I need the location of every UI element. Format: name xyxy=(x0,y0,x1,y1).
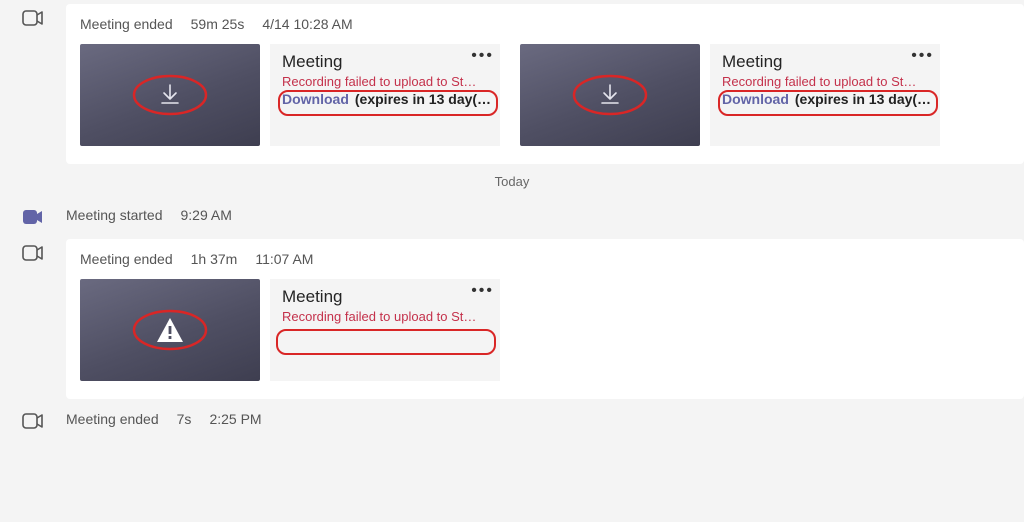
time-label: 4/14 10:28 AM xyxy=(262,16,352,32)
event-row-3: Meeting ended 1h 37m 11:07 AM ••• xyxy=(0,235,1024,403)
camera-filled-icon xyxy=(22,209,44,225)
recording-card[interactable]: ••• Meeting Recording failed to upload t… xyxy=(520,44,940,146)
recording-download-line: Download (expires in 13 day(… xyxy=(282,91,490,107)
event-card-1: Meeting ended 59m 25s 4/14 10:28 AM ••• … xyxy=(66,4,1024,164)
status-label: Meeting ended xyxy=(80,16,173,32)
recording-info: ••• Meeting Recording failed to upload t… xyxy=(710,44,940,146)
status-label: Meeting ended xyxy=(66,411,159,427)
expires-text: (expires in 13 day(… xyxy=(795,91,931,107)
recording-fail-text: Recording failed to upload to St… xyxy=(282,309,490,324)
event-icon-gutter xyxy=(0,4,66,26)
recording-title: Meeting xyxy=(282,52,490,72)
recording-title: Meeting xyxy=(722,52,930,72)
event-status-line: Meeting ended 1h 37m 11:07 AM xyxy=(80,247,1010,275)
expires-text: (expires in 13 day(… xyxy=(355,91,491,107)
more-icon[interactable]: ••• xyxy=(471,48,494,64)
download-icon xyxy=(156,81,184,109)
duration-label: 1h 37m xyxy=(191,251,238,267)
recording-download-line: Download (expires in 13 day(… xyxy=(722,91,930,107)
recording-cards: ••• Meeting Recording failed to upload t… xyxy=(80,279,1010,381)
event-icon-gutter xyxy=(0,407,66,429)
more-icon[interactable]: ••• xyxy=(911,48,934,64)
event-status-line: Meeting ended 7s 2:25 PM xyxy=(66,407,1024,435)
download-icon xyxy=(596,81,624,109)
event-row-2: Meeting started 9:29 AM xyxy=(0,199,1024,235)
duration-label: 7s xyxy=(177,411,192,427)
duration-label: 59m 25s xyxy=(191,16,245,32)
recording-info: ••• Meeting Recording failed to upload t… xyxy=(270,44,500,146)
recording-card[interactable]: ••• Meeting Recording failed to upload t… xyxy=(80,44,500,146)
status-label: Meeting started xyxy=(66,207,163,223)
time-label: 11:07 AM xyxy=(255,251,313,267)
time-label: 2:25 PM xyxy=(209,411,261,427)
warning-icon xyxy=(155,316,185,344)
camera-outline-icon xyxy=(22,245,44,261)
recording-fail-text: Recording failed to upload to St… xyxy=(282,74,490,89)
camera-outline-icon xyxy=(22,413,44,429)
event-card-3: Meeting ended 1h 37m 11:07 AM ••• xyxy=(66,239,1024,399)
status-label: Meeting ended xyxy=(80,251,173,267)
event-icon-gutter xyxy=(0,203,66,225)
event-row-1: Meeting ended 59m 25s 4/14 10:28 AM ••• … xyxy=(0,0,1024,168)
event-icon-gutter xyxy=(0,239,66,261)
more-icon[interactable]: ••• xyxy=(471,283,494,299)
annotation-box-icon xyxy=(276,329,496,355)
recording-fail-text: Recording failed to upload to St… xyxy=(722,74,930,89)
camera-outline-icon xyxy=(22,10,44,26)
date-divider: Today xyxy=(0,168,1024,199)
time-label: 9:29 AM xyxy=(181,207,232,223)
recording-cards: ••• Meeting Recording failed to upload t… xyxy=(80,44,1010,146)
recording-thumb[interactable] xyxy=(520,44,700,146)
event-row-4: Meeting ended 7s 2:25 PM xyxy=(0,403,1024,439)
recording-thumb[interactable] xyxy=(80,279,260,381)
event-status-line: Meeting ended 59m 25s 4/14 10:28 AM xyxy=(80,12,1010,40)
download-link[interactable]: Download xyxy=(722,91,789,107)
recording-title: Meeting xyxy=(282,287,490,307)
event-status-line: Meeting started 9:29 AM xyxy=(66,203,1024,231)
recording-card[interactable]: ••• Meeting Recording failed to upload t… xyxy=(80,279,500,381)
recording-info: ••• Meeting Recording failed to upload t… xyxy=(270,279,500,381)
recording-thumb[interactable] xyxy=(80,44,260,146)
download-link[interactable]: Download xyxy=(282,91,349,107)
